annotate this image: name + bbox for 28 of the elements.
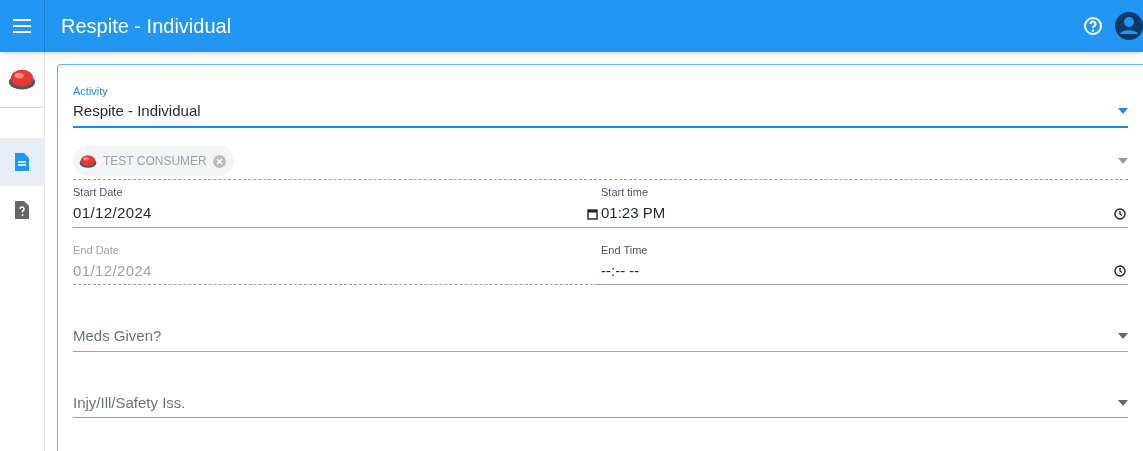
- page-title: Respite - Individual: [61, 14, 233, 39]
- field-label: Start Date: [73, 185, 124, 200]
- field-label: End Date: [73, 242, 120, 258]
- dropdown-caret-icon[interactable]: [1118, 158, 1128, 164]
- time-field[interactable]: 01:23 PM: [601, 202, 1114, 225]
- clock-icon[interactable]: [1114, 265, 1126, 277]
- date-field: 01/12/2024: [73, 259, 598, 283]
- field-label: Start time: [601, 185, 650, 200]
- dropdown-caret-icon[interactable]: [1118, 107, 1128, 114]
- select-field[interactable]: Injy/Ill/Safety Iss.: [73, 391, 1118, 414]
- calendar-icon[interactable]: [587, 207, 598, 220]
- help-document-icon[interactable]: [15, 201, 29, 219]
- activity-select[interactable]: Respite - Individual: [73, 99, 1118, 122]
- field-label: Activity: [73, 84, 109, 99]
- help-icon[interactable]: [1083, 16, 1103, 36]
- consumer-name: TEST CONSUMER: [103, 153, 207, 170]
- menu-icon[interactable]: [13, 19, 31, 33]
- dropdown-caret-icon[interactable]: [1118, 399, 1128, 406]
- push-button-icon: [79, 153, 97, 169]
- document-icon[interactable]: [15, 153, 29, 171]
- date-field[interactable]: 01/12/2024: [73, 202, 587, 225]
- clock-icon[interactable]: [1114, 207, 1126, 220]
- sidebar-item[interactable]: [0, 138, 44, 186]
- dropdown-caret-icon[interactable]: [1118, 333, 1128, 340]
- push-button-icon: [8, 68, 36, 91]
- select-field[interactable]: Meds Given?: [73, 325, 1118, 348]
- field-label: End Time: [601, 242, 649, 258]
- time-field[interactable]: --:-- --: [601, 259, 1114, 283]
